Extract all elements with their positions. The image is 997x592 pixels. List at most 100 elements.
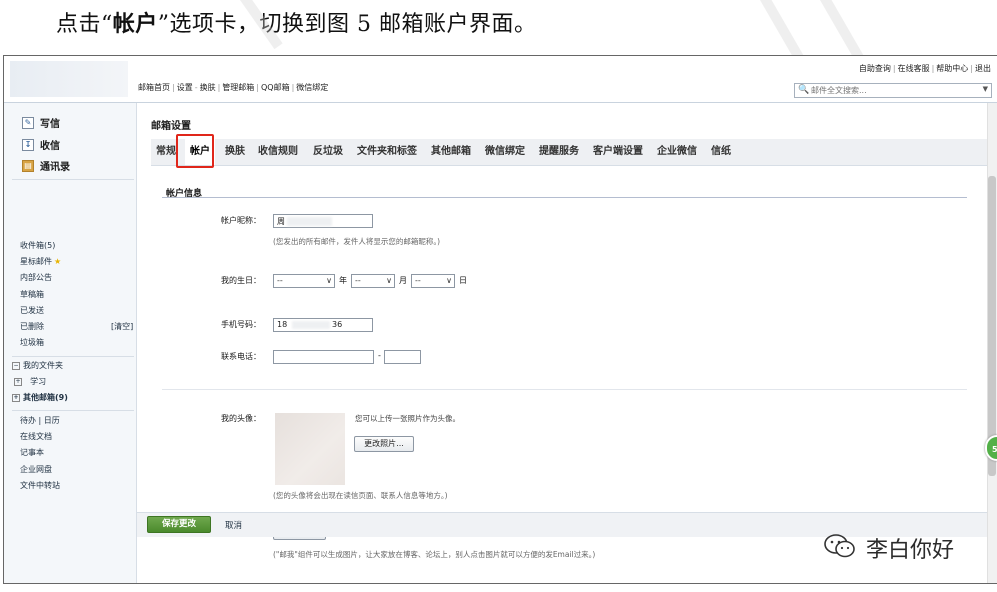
tab-client-settings[interactable]: 客户端设置 (593, 139, 643, 165)
compose-button[interactable]: ✎ 写信 (22, 115, 60, 130)
birthday-label: 我的生日： (221, 276, 261, 285)
phone-area-field[interactable] (273, 350, 374, 364)
top-links: 自助查询 | 在线客服 | 帮助中心 | 退出 (859, 63, 991, 74)
compose-label: 写信 (40, 119, 60, 130)
settings-tabs: 常规 帐户 换肤 收信规则 反垃圾 文件夹和标签 其他邮箱 微信绑定 提醒服务 … (151, 139, 997, 166)
section-divider (162, 389, 967, 390)
link-logout[interactable]: 退出 (975, 64, 991, 73)
expand-icon[interactable]: + (12, 394, 20, 403)
scrollbar-thumb[interactable] (988, 176, 996, 476)
logo (10, 61, 128, 97)
birthday-year-select[interactable]: -- ∨ (273, 274, 335, 288)
folder-spam[interactable]: 垃圾箱 (20, 335, 61, 351)
tool-file-transfer[interactable]: 文件中转站 (20, 478, 60, 494)
month-unit: 月 (399, 276, 407, 285)
change-photo-button[interactable]: 更改照片... (354, 436, 414, 452)
folder-inbox[interactable]: 收件箱(5) (20, 238, 61, 254)
birthday-month-select[interactable]: -- ∨ (351, 274, 395, 288)
chevron-down-icon: ∨ (446, 276, 452, 285)
my-folders-node[interactable]: − 我的文件夹 (12, 358, 68, 374)
folder-announcements[interactable]: 内部公告 (20, 270, 61, 286)
tab-stationery[interactable]: 信纸 (711, 139, 731, 165)
nav-qq-mail[interactable]: QQ邮箱 (261, 83, 290, 92)
tool-cloud-drive[interactable]: 企业网盘 (20, 462, 60, 478)
link-self-service[interactable]: 自助查询 (859, 64, 891, 73)
folder-starred[interactable]: 星标邮件 ★ (20, 254, 61, 270)
nav-separator: | (172, 83, 175, 92)
link-help-center[interactable]: 帮助中心 (936, 64, 968, 73)
search-box: 🔍 ▼ (794, 83, 992, 98)
wechat-icon (824, 534, 855, 558)
sidebar-divider (12, 179, 134, 180)
folder-sent[interactable]: 已发送 (20, 303, 61, 319)
search-input[interactable] (811, 84, 971, 96)
birthday-day-value: -- (415, 276, 421, 285)
tab-receive-rules[interactable]: 收信规则 (258, 139, 298, 165)
tab-folders-labels[interactable]: 文件夹和标签 (357, 139, 417, 165)
star-icon: ★ (54, 257, 62, 267)
nav-separator: | (291, 83, 295, 92)
tab-skin[interactable]: 换肤 (225, 139, 245, 165)
tab-reminders[interactable]: 提醒服务 (539, 139, 579, 165)
link-online-support[interactable]: 在线客服 (898, 64, 930, 73)
tab-account[interactable]: 帐户 (185, 139, 215, 165)
folder-list: 收件箱(5) 星标邮件 ★ 内部公告 草稿箱 已发送 已删除 垃圾箱 (20, 238, 61, 351)
day-unit: 日 (459, 276, 467, 285)
expand-icon[interactable]: + (14, 378, 22, 387)
tab-anti-spam[interactable]: 反垃圾 (313, 139, 343, 165)
avatar-label: 我的头像： (221, 414, 261, 423)
other-mail-label: 其他邮箱(9) (23, 393, 68, 403)
other-mail-node[interactable]: + 其他邮箱(9) (12, 390, 68, 406)
nav-separator: - (194, 83, 198, 92)
caption-text-bold: 帐户 (112, 11, 158, 37)
mobile-value-start: 18 (277, 320, 288, 329)
todo-calendar-row[interactable]: 待办 | 日历 (20, 413, 60, 429)
mobile-value-end: 36 (332, 320, 343, 329)
receive-button[interactable]: ↧ 收信 (22, 137, 60, 152)
folder-drafts[interactable]: 草稿箱 (20, 287, 61, 303)
avatar-upload-hint: 您可以上传一张照片作为头像。 (355, 414, 460, 423)
phone-dash: - (378, 351, 381, 360)
pencil-icon: ✎ (22, 116, 34, 129)
folder-deleted[interactable]: 已删除 (20, 319, 61, 335)
birthday-month-value: -- (355, 276, 361, 285)
tab-other-mailboxes[interactable]: 其他邮箱 (431, 139, 471, 165)
collapse-icon[interactable]: − (12, 362, 20, 370)
phone-number-field[interactable] (384, 350, 421, 364)
tool-online-docs[interactable]: 在线文档 (20, 429, 60, 445)
tool-notepad[interactable]: 记事本 (20, 445, 60, 461)
mobile-field[interactable]: 18 36 (273, 318, 373, 332)
birthday-day-select[interactable]: -- ∨ (411, 274, 455, 288)
nav-manage-mail[interactable]: 管理邮箱 (222, 83, 254, 92)
watermark-text: 李白你好 (866, 538, 955, 563)
link-separator: | (931, 64, 935, 73)
redacted-nickname (287, 217, 332, 226)
cancel-link[interactable]: 取消 (225, 519, 242, 531)
tab-enterprise-wechat[interactable]: 企业微信 (657, 139, 697, 165)
link-separator: | (970, 64, 973, 73)
contacts-label: 通讯录 (40, 162, 70, 173)
sidebar: ✎ 写信 ↧ 收信 ▤ 通讯录 收件箱(5) 星标邮件 ★ 内部公告 草稿箱 已发送 已… (4, 103, 137, 583)
watermark-stroke (760, 0, 804, 61)
my-folders-tree: − 我的文件夹 + 学习 + 其他邮箱(9) (12, 358, 68, 407)
contacts-button[interactable]: ▤ 通讯录 (22, 158, 70, 173)
birthday-year-value: -- (277, 276, 283, 285)
section-divider (162, 197, 967, 198)
nav-settings[interactable]: 设置 (177, 83, 193, 92)
receive-label: 收信 (40, 141, 60, 152)
nav-wechat-bind[interactable]: 微信绑定 (296, 83, 328, 92)
search-icon[interactable]: 🔍 (798, 85, 809, 95)
clear-trash-link[interactable]: [清空] (111, 321, 133, 332)
tab-wechat-bind[interactable]: 微信绑定 (485, 139, 525, 165)
nav-mail-home[interactable]: 邮箱首页 (138, 83, 170, 92)
sidebar-divider (12, 410, 134, 411)
tab-general[interactable]: 常规 (156, 139, 176, 165)
chevron-down-icon[interactable]: ▼ (983, 85, 988, 93)
save-changes-button[interactable]: 保存更改 (147, 516, 211, 533)
folder-study-label: 学习 (30, 377, 47, 387)
inbox-icon: ↧ (22, 138, 34, 151)
folder-study[interactable]: + 学习 (12, 374, 68, 390)
address-book-icon: ▤ (22, 159, 34, 172)
nav-skin[interactable]: 换肤 (200, 83, 216, 92)
nickname-label: 帐户昵称： (221, 216, 261, 225)
